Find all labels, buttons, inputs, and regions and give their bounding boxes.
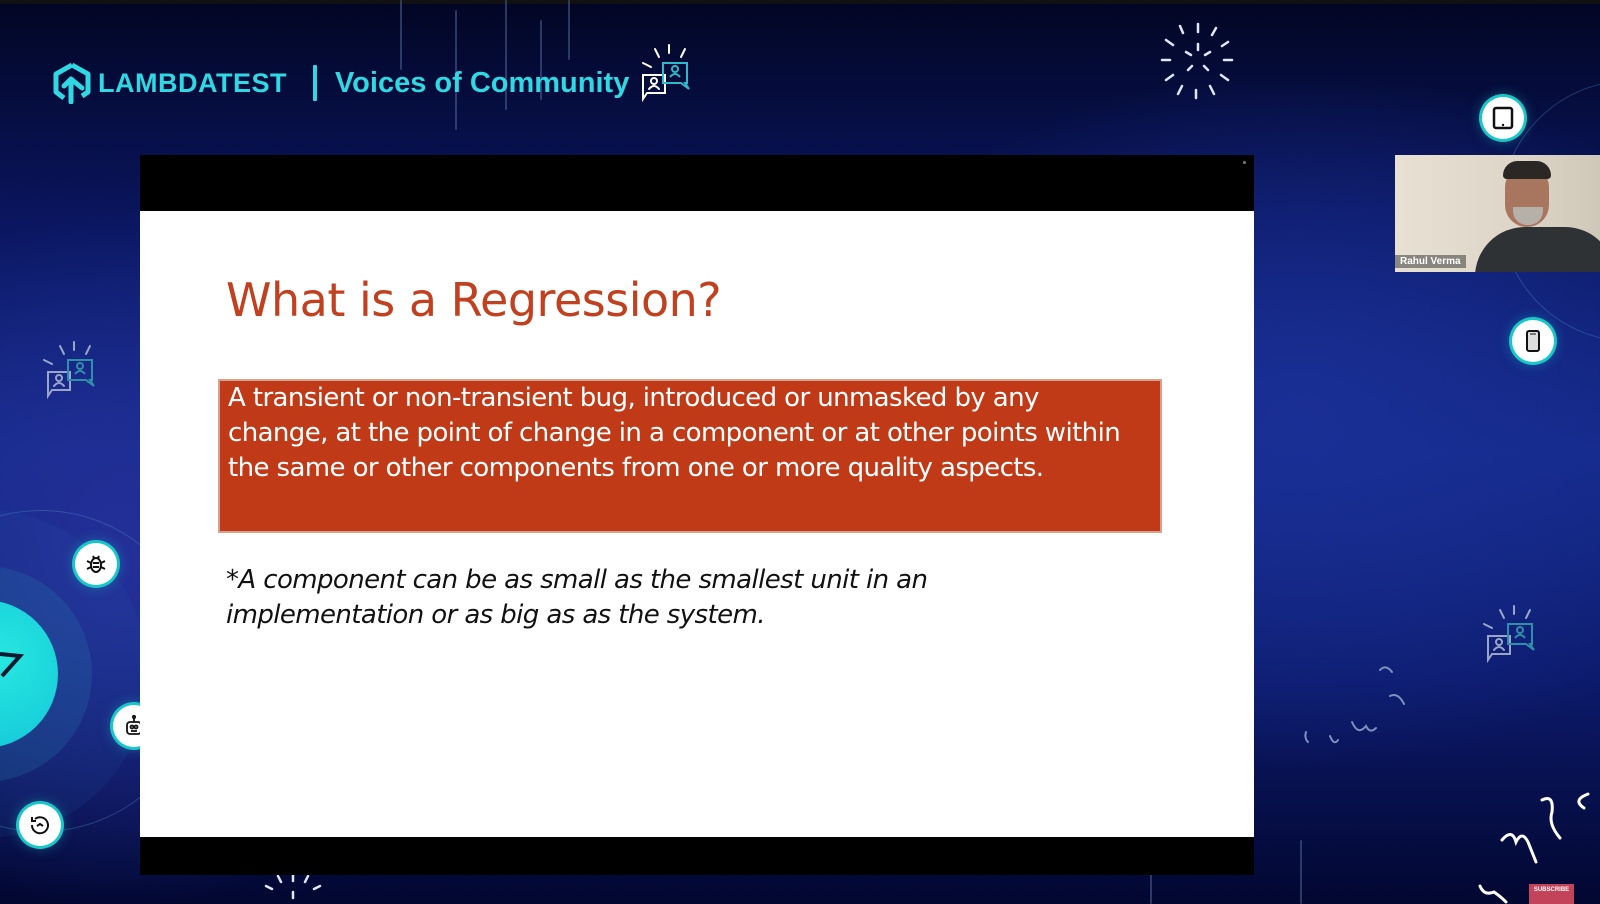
subscribe-button[interactable]: SUBSCRIBE — [1529, 884, 1574, 904]
mobile-icon-button — [1512, 320, 1554, 362]
clock-icon-button — [19, 804, 61, 846]
mobile-icon — [1526, 330, 1540, 352]
lambdatest-logo-icon — [53, 62, 91, 104]
frame-indicator-dot — [1243, 161, 1246, 164]
header-divider — [312, 65, 317, 101]
speaker-name-label: Rahul Verma — [1395, 255, 1466, 268]
scribble-decoration — [1304, 666, 1405, 744]
top-edge-strip — [0, 0, 1600, 4]
presentation-frame: What is a Regression? A transient or non… — [140, 155, 1254, 875]
decor-drip — [568, 0, 570, 60]
speaker-video: Rahul Verma — [1395, 155, 1600, 272]
definition-box: A transient or non-transient bug, introd… — [218, 379, 1162, 533]
slide: What is a Regression? A transient or non… — [140, 211, 1254, 837]
tablet-icon — [1492, 106, 1514, 130]
event-header: LAMBDATEST Voices of Community — [52, 44, 697, 108]
chat-people-icon — [642, 44, 691, 103]
chat-people-icon — [1483, 605, 1535, 664]
bug-icon-button — [75, 543, 117, 585]
bug-icon — [86, 555, 106, 573]
speaker-hair — [1503, 161, 1551, 179]
fireworks-icon — [264, 872, 322, 900]
fireworks-icon — [1160, 22, 1234, 100]
send-arrow-icon — [0, 652, 24, 678]
speaker-body — [1475, 227, 1600, 272]
chat-people-icon — [43, 341, 95, 400]
event-title: Voices of Community — [334, 66, 630, 99]
brand-name: LAMBDATEST — [98, 67, 287, 98]
slide-footnote: *A component can be as small as the smal… — [226, 565, 928, 630]
decor-drip — [1300, 840, 1302, 904]
clock-refresh-icon — [30, 816, 49, 835]
definition-text: A transient or non-transient bug, introd… — [228, 383, 1121, 483]
slide-title: What is a Regression? — [226, 273, 722, 327]
tablet-icon-button — [1482, 97, 1524, 139]
